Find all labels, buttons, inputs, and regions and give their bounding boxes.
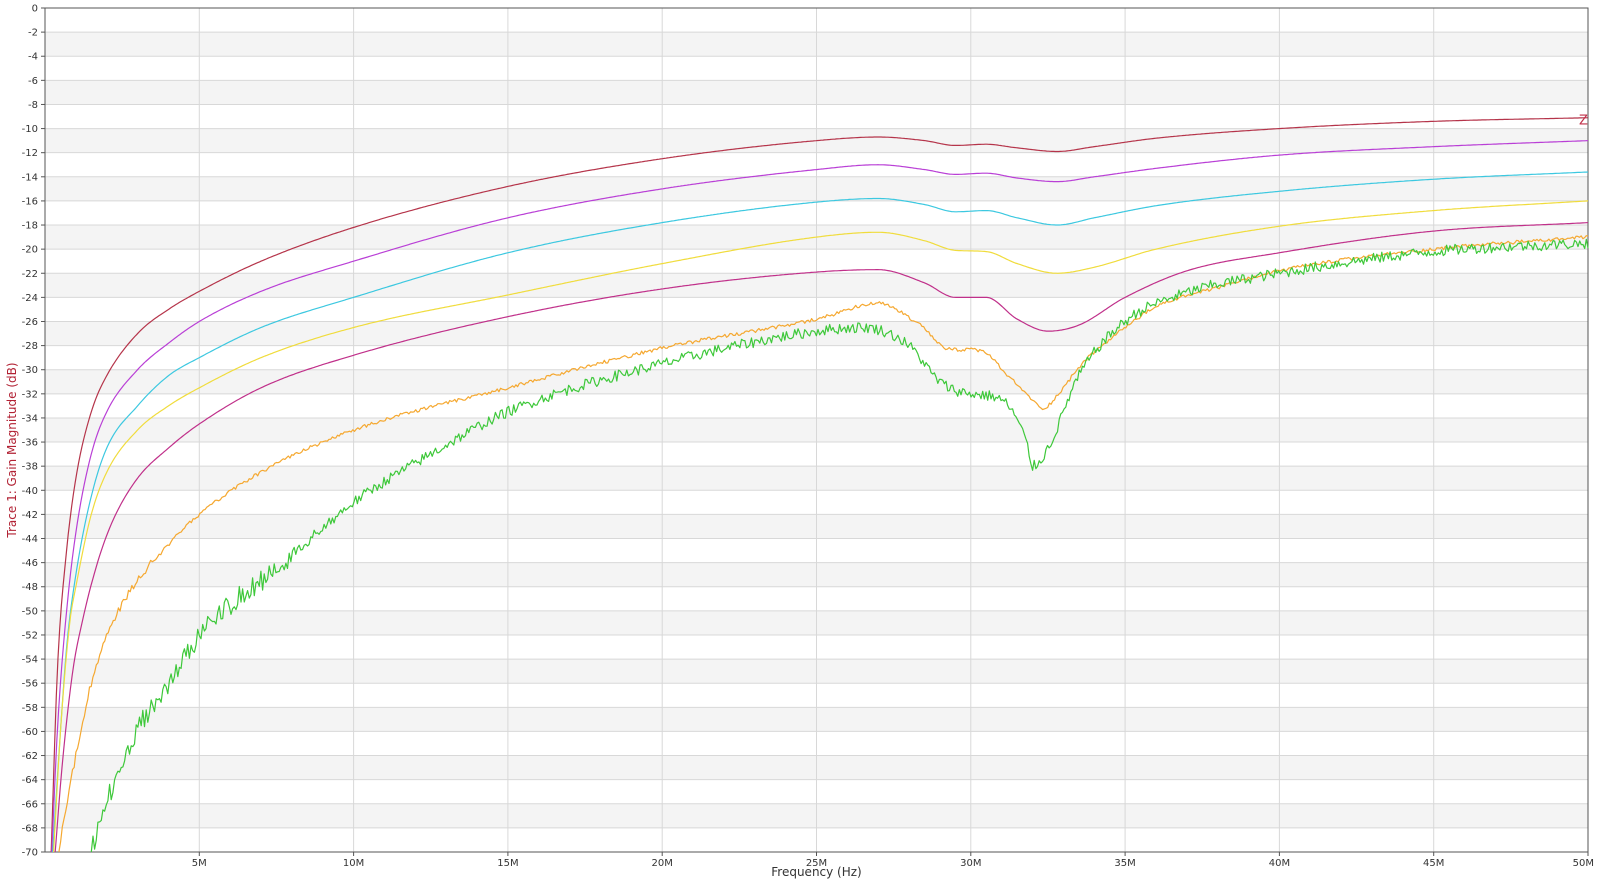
y-tick-label: 0 — [32, 4, 38, 15]
y-tick-label: -8 — [28, 100, 38, 111]
x-tick-label: 40M — [1269, 858, 1290, 869]
x-axis-ticks: 5M 10M 15M 20M 25M 30M 35M 40M 45M 50M — [192, 852, 1594, 869]
y-tick-label: -46 — [22, 558, 38, 569]
y-tick-label: -22 — [22, 269, 38, 280]
y-tick-label: -16 — [22, 196, 38, 207]
y-tick-label: -52 — [22, 630, 38, 641]
y-tick-label: -14 — [22, 172, 38, 183]
y-tick-label: -38 — [22, 462, 38, 473]
x-tick-label: 5M — [192, 858, 207, 869]
y-tick-label: -18 — [22, 221, 38, 232]
y-tick-label: -44 — [22, 534, 38, 545]
y-tick-label: -58 — [22, 703, 38, 714]
y-tick-label: -40 — [22, 486, 38, 497]
x-tick-label: 10M — [343, 858, 364, 869]
x-tick-label: 20M — [652, 858, 673, 869]
x-axis-label: Frequency (Hz) — [771, 865, 862, 879]
gain-magnitude-chart: 0 -2 -4 -6 -8 -10 -12 -14 -16 -18 -20 -22 -24 -26 -28 -… — [5, 4, 1594, 880]
y-tick-label: -64 — [22, 775, 38, 786]
y-tick-label: -36 — [22, 438, 38, 449]
y-tick-label: -56 — [22, 679, 38, 690]
y-tick-label: -34 — [22, 413, 38, 424]
x-tick-label: 50M — [1573, 858, 1594, 869]
y-tick-label: -6 — [28, 76, 38, 87]
y-tick-label: -26 — [22, 317, 38, 328]
y-axis-ticks: 0 -2 -4 -6 -8 -10 -12 -14 -16 -18 -20 -22 -24 -26 -28 -… — [22, 4, 45, 859]
y-tick-label: -10 — [22, 124, 38, 135]
y-tick-label: -30 — [22, 365, 38, 376]
y-tick-label: -2 — [28, 28, 38, 39]
y-tick-label: -66 — [22, 799, 38, 810]
x-tick-label: 45M — [1423, 858, 1444, 869]
y-tick-label: -4 — [28, 52, 38, 63]
y-tick-label: -54 — [22, 655, 38, 666]
y-tick-label: -28 — [22, 341, 38, 352]
x-tick-label: 35M — [1114, 858, 1135, 869]
y-tick-label: -60 — [22, 727, 38, 738]
x-tick-label: 30M — [960, 858, 981, 869]
y-tick-label: -32 — [22, 389, 38, 400]
y-tick-label: -20 — [22, 245, 38, 256]
y-tick-label: -24 — [22, 293, 38, 304]
y-tick-label: -50 — [22, 606, 38, 617]
y-tick-label: -42 — [22, 510, 38, 521]
y-tick-label: -48 — [22, 582, 38, 593]
y-tick-label: -70 — [22, 848, 38, 859]
y-tick-label: -62 — [22, 751, 38, 762]
y-axis-label: Trace 1: Gain Magnitude (dB) — [5, 362, 19, 538]
trace-marker-label: Z — [1579, 114, 1588, 129]
y-tick-label: -12 — [22, 148, 38, 159]
y-tick-label: -68 — [22, 823, 38, 834]
x-tick-label: 15M — [497, 858, 518, 869]
